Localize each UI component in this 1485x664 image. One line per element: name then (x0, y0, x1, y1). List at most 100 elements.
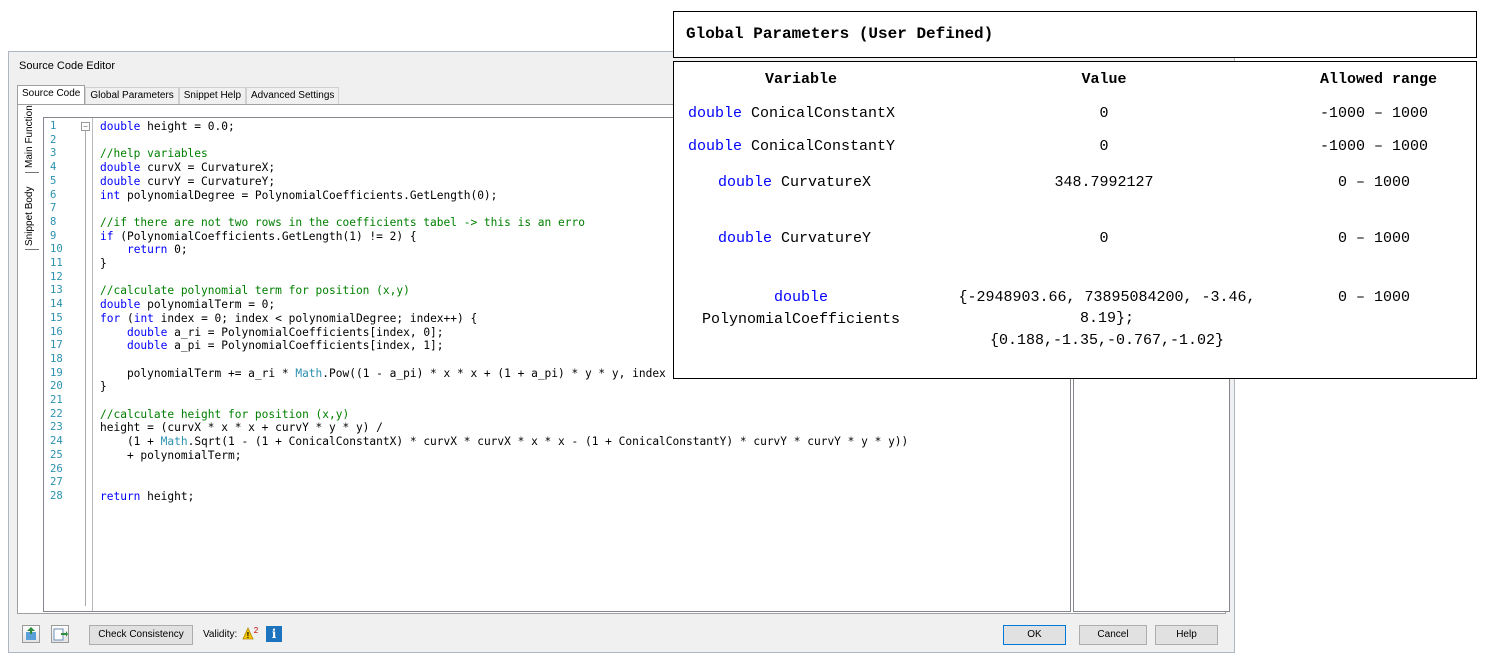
code-line: for (int index = 0; index < polynomialDe… (100, 312, 477, 325)
param-range: 0 – 1000 (1338, 230, 1411, 247)
code-token: a_ri = PolynomialCoefficients[index, 0]; (167, 325, 444, 339)
code-token: for (100, 311, 121, 325)
line-number: 11 (50, 257, 63, 269)
info-icon[interactable]: i (266, 626, 282, 642)
line-number: 4 (50, 161, 57, 174)
line-number: 26 (50, 462, 63, 475)
side-tab-divider (25, 172, 39, 173)
code-token: double (126, 339, 168, 353)
global-parameters-header: Global Parameters (User Defined) (673, 11, 1477, 58)
code-token: polynomialTerm = 0; (140, 298, 276, 312)
param-value-line[interactable]: 8.19}; (932, 310, 1282, 327)
column-header-value: Value (1081, 71, 1127, 88)
param-range: 0 – 1000 (1338, 289, 1411, 306)
code-token: a_pi = PolynomialCoefficients[index, 1]; (167, 339, 444, 353)
code-line: polynomialTerm += a_ri * Math.Pow((1 - a… (100, 367, 706, 380)
param-name: CurvatureY (781, 230, 872, 247)
code-token: int (100, 188, 121, 202)
warning-icon[interactable]: ! 2 (242, 626, 260, 642)
export-button[interactable] (51, 625, 69, 643)
line-number: 5 (50, 174, 57, 187)
side-tab-snippet-body[interactable]: Snippet Body (24, 187, 35, 247)
code-line: height = (curvX * x * x + curvY * y * y)… (100, 421, 383, 434)
line-number: 19 (50, 366, 63, 379)
code-line: //calculate polynomial term for position… (100, 284, 410, 297)
code-token: double (100, 120, 141, 133)
cancel-button[interactable]: Cancel (1079, 625, 1147, 645)
side-tab-main-function[interactable]: Main Function (24, 105, 35, 168)
param-variable: double ConicalConstantX (688, 105, 895, 122)
param-value[interactable]: 0 (1004, 230, 1204, 247)
line-number: 10 (50, 243, 63, 256)
line-number: 21 (50, 394, 63, 406)
fold-toggle-icon[interactable]: − (81, 122, 90, 131)
code-line: } (100, 380, 107, 393)
code-token: + polynomialTerm; (100, 448, 242, 462)
code-line: (1 + Math.Sqrt(1 - (1 + ConicalConstantX… (100, 435, 908, 448)
code-token: //calculate polynomial term for position… (100, 284, 410, 298)
code-token: } (100, 380, 107, 394)
line-number: 7 (50, 202, 57, 215)
code-token: height = 0.0; (140, 120, 235, 133)
param-variable: double CurvatureX (718, 174, 871, 191)
code-token: return (126, 243, 168, 257)
param-type: double (773, 289, 828, 306)
code-line: double a_ri = PolynomialCoefficients[ind… (100, 326, 444, 339)
line-number: 13 (50, 284, 63, 297)
line-number: 23 (50, 421, 63, 434)
import-button[interactable] (22, 625, 40, 643)
param-range: -1000 – 1000 (1320, 138, 1429, 155)
param-range: -1000 – 1000 (1320, 105, 1429, 122)
code-token: (PolynomialCoefficients.GetLength(1) != … (113, 229, 417, 243)
ok-button[interactable]: OK (1003, 625, 1066, 645)
param-range: 0 – 1000 (1338, 174, 1411, 191)
param-value-line[interactable]: {0.188,-1.35,-0.767,-1.02} (932, 332, 1282, 349)
code-line: double curvX = CurvatureX; (100, 161, 275, 174)
param-type: double (688, 105, 743, 122)
param-name: CurvatureX (781, 174, 872, 191)
side-tabs: Main Function Snippet Body (21, 105, 43, 331)
code-token: .Sqrt(1 - (1 + ConicalConstantX) * curvX… (187, 435, 909, 449)
line-number: 8 (50, 215, 57, 228)
line-number: 6 (50, 188, 57, 201)
code-token: height; (140, 489, 195, 503)
param-type: double (688, 138, 743, 155)
line-number: 2 (50, 133, 57, 146)
code-token: int (133, 311, 154, 325)
column-header-variable: Variable (764, 71, 837, 88)
global-parameters-table: Variable Value Allowed range double Coni… (673, 61, 1477, 379)
code-line: //help variables (100, 147, 208, 160)
param-value-line[interactable]: {-2948903.66, 73895084200, -3.46, (932, 289, 1282, 306)
code-line: double curvY = CurvatureY; (100, 175, 275, 188)
global-parameters-title: Global Parameters (User Defined) (686, 25, 994, 43)
warning-count: 2 (254, 626, 259, 635)
line-number: 17 (50, 339, 63, 352)
code-line: //calculate height for position (x,y) (100, 408, 349, 421)
code-line: double height = 0.0; (100, 120, 235, 133)
code-line: //if there are not two rows in the coeff… (100, 216, 585, 229)
code-line: + polynomialTerm; (100, 448, 242, 462)
param-variable: double ConicalConstantY (688, 138, 895, 155)
param-value[interactable]: 0 (1004, 105, 1204, 122)
code-token: Math (295, 366, 323, 380)
code-token: polynomialTerm += a_ri * (100, 366, 296, 380)
param-value[interactable]: 348.7992127 (1004, 174, 1204, 191)
line-number-gutter: − 1 2 3 4 5 6 7 8 9 10 11 12 13 14 15 16 17 18 19 20 21 22 23 2… (44, 118, 93, 611)
code-token: index = 0; index < polynomialDegree; ind… (153, 311, 478, 325)
import-icon (26, 627, 36, 640)
code-token: double (100, 298, 141, 312)
check-consistency-button[interactable]: Check Consistency (89, 625, 193, 645)
param-name: ConicalConstantY (751, 138, 896, 155)
help-button[interactable]: Help (1155, 625, 1218, 645)
tab-source-code[interactable]: Source Code (17, 85, 86, 106)
param-value[interactable]: 0 (1004, 138, 1204, 155)
code-token: double (100, 174, 141, 188)
param-name: ConicalConstantX (751, 105, 896, 122)
line-number: 27 (50, 476, 63, 489)
code-token: (1 + (100, 435, 161, 449)
code-token: double (126, 325, 168, 339)
column-header-range: Allowed range (1320, 71, 1438, 88)
code-token: if (100, 229, 114, 243)
